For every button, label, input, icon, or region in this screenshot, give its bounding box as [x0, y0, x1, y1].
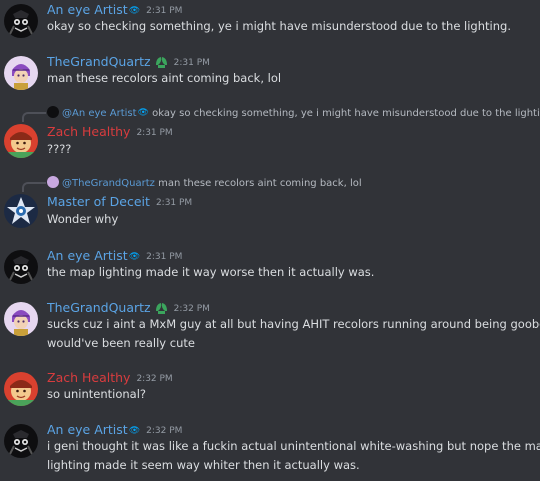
message-text: the map lighting made it way worse then … — [47, 265, 375, 279]
reply-spine — [22, 182, 46, 192]
author-name[interactable]: Zach Healthy — [47, 370, 130, 385]
message-text: man these recolors aint coming back, lol — [47, 71, 282, 85]
author-name[interactable]: TheGrandQuartz — [47, 300, 151, 315]
avatar-zach-healthy[interactable] — [4, 372, 38, 406]
author-name[interactable]: An eye Artist — [47, 248, 128, 263]
eye-icon: 👁 — [128, 6, 141, 16]
timestamp: 2:31 PM — [155, 198, 193, 208]
eye-icon: 👁 — [137, 108, 149, 118]
message-text-line-1: sucks cuz i aint a MxM guy at all but ha… — [47, 317, 540, 331]
leaf-badge-icon — [155, 302, 168, 314]
avatar-an-eye-artist[interactable] — [4, 424, 38, 458]
reply-avatar — [47, 106, 59, 118]
reply-text: okay so checking something, ye i might h… — [152, 108, 540, 119]
reply-text: man these recolors aint coming back, lol — [158, 178, 362, 189]
author-name[interactable]: An eye Artist — [47, 2, 128, 17]
author-name[interactable]: TheGrandQuartz — [47, 54, 151, 69]
message-text-line-2: lighting made it seem way whiter then it… — [47, 458, 360, 472]
timestamp: 2:31 PM — [146, 6, 183, 16]
author-name[interactable]: An eye Artist — [47, 422, 128, 437]
message-text: so unintentional? — [47, 387, 146, 401]
leaf-badge-icon — [155, 56, 168, 68]
eye-icon: 👁 — [128, 252, 141, 262]
message-text: Wonder why — [47, 212, 119, 226]
author-name[interactable]: Master of Deceit — [47, 194, 150, 209]
avatar-zach-healthy[interactable] — [4, 124, 38, 158]
timestamp: 2:32 PM — [173, 304, 210, 314]
author-name[interactable]: Zach Healthy — [47, 124, 130, 139]
avatar-master-of-deceit[interactable] — [4, 194, 38, 228]
avatar-thegrandquartz[interactable] — [4, 302, 38, 336]
avatar-an-eye-artist[interactable] — [4, 250, 38, 284]
eye-icon: 👁 — [128, 426, 141, 436]
reply-spine — [22, 112, 46, 122]
message-text-line-1: i geni thought it was like a fuckin actu… — [47, 439, 540, 453]
reply-author[interactable]: @An eye Artist — [62, 108, 137, 119]
reply-preview[interactable]: @An eye Artist👁 okay so checking somethi… — [47, 106, 540, 121]
timestamp: 2:31 PM — [136, 128, 173, 138]
message-text: ???? — [47, 142, 72, 156]
message-text-line-2: would've been really cute — [47, 336, 195, 350]
message-text: okay so checking something, ye i might h… — [47, 19, 511, 33]
reply-avatar — [47, 176, 59, 188]
avatar-thegrandquartz[interactable] — [4, 56, 38, 90]
timestamp: 2:31 PM — [146, 252, 183, 262]
reply-preview[interactable]: @TheGrandQuartz man these recolors aint … — [47, 176, 362, 191]
avatar-an-eye-artist[interactable] — [4, 4, 38, 38]
reply-author[interactable]: @TheGrandQuartz — [62, 178, 155, 189]
timestamp: 2:31 PM — [173, 58, 210, 68]
timestamp: 2:32 PM — [146, 426, 183, 436]
timestamp: 2:32 PM — [136, 374, 173, 384]
